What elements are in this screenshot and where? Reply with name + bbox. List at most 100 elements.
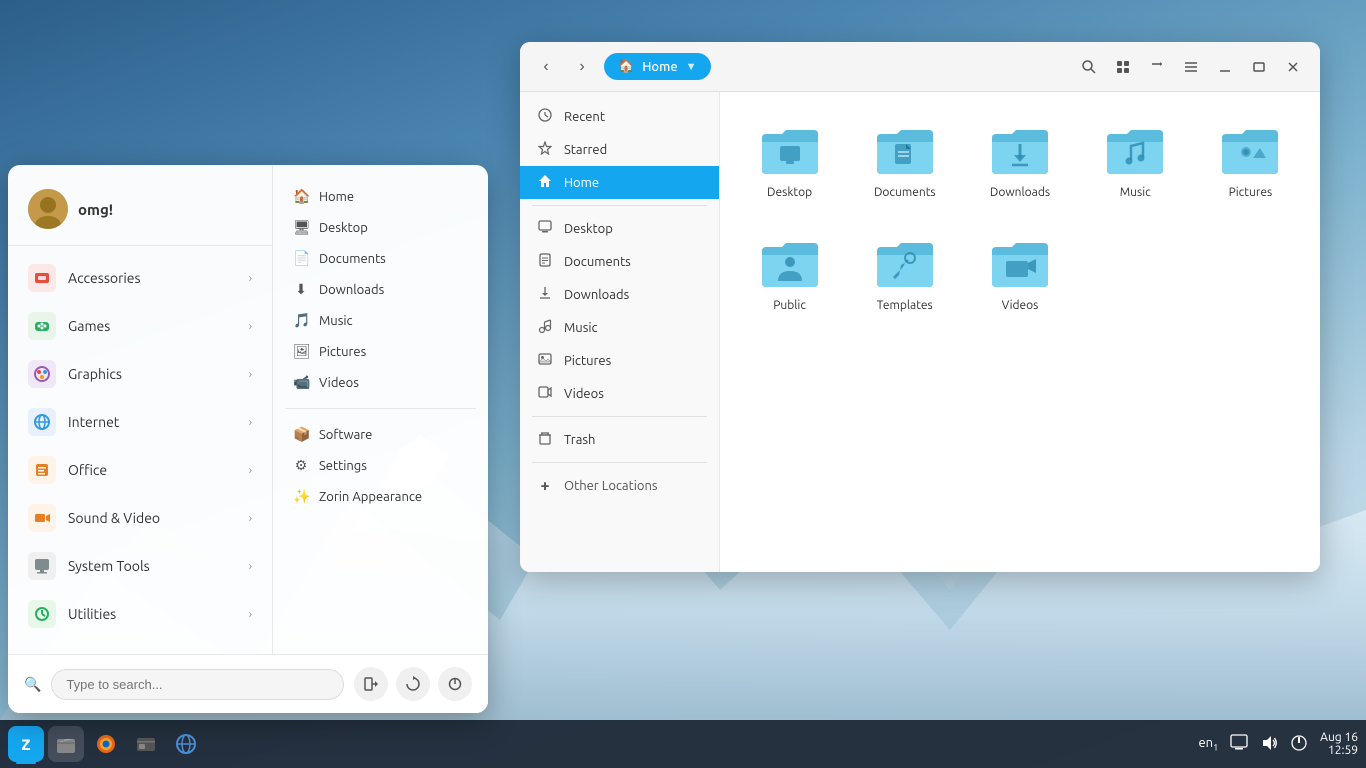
search-input[interactable] — [51, 669, 344, 700]
taskbar-left: Z — [8, 726, 204, 762]
accessories-arrow: › — [249, 272, 252, 285]
refresh-button[interactable] — [396, 667, 430, 701]
fm-sidebar-home[interactable]: Home — [520, 166, 719, 199]
fm-titlebar: ‹ › 🏠 Home ▼ — [520, 42, 1320, 92]
fm-sidebar-videos[interactable]: Videos — [520, 377, 719, 410]
sound-video-label: Sound & Video — [68, 510, 160, 526]
fm-view-toggle-button[interactable] — [1108, 52, 1138, 82]
folder-documents[interactable]: Documents — [855, 112, 954, 209]
folder-pictures[interactable]: Pictures — [1201, 112, 1300, 209]
menu-category-sound-video[interactable]: Sound & Video › — [8, 494, 272, 542]
fm-sidebar-documents[interactable]: Documents — [520, 245, 719, 278]
utilities-label: Utilities — [68, 606, 116, 622]
internet-arrow: › — [249, 416, 252, 429]
nav-software[interactable]: 📦 Software — [285, 419, 476, 450]
recent-sidebar-label: Recent — [564, 110, 605, 124]
fm-sidebar-other-locations[interactable]: + Other Locations — [520, 469, 719, 503]
system-tools-arrow: › — [249, 560, 252, 573]
fm-sidebar-desktop[interactable]: Desktop — [520, 212, 719, 245]
folder-public[interactable]: Public — [740, 225, 839, 322]
fm-sidebar-music[interactable]: Music — [520, 311, 719, 344]
menu-category-graphics[interactable]: Graphics › — [8, 350, 272, 398]
nav-home[interactable]: 🏠 Home — [285, 181, 476, 212]
music-nav-icon: 🎵 — [293, 312, 309, 329]
fm-content: Desktop Documents — [720, 92, 1320, 572]
taskbar-volume-icon[interactable] — [1260, 734, 1278, 755]
menu-category-system-tools[interactable]: System Tools › — [8, 542, 272, 590]
pictures-sidebar-icon — [536, 352, 554, 369]
logout-button[interactable] — [354, 667, 388, 701]
nav-music[interactable]: 🎵 Music — [285, 305, 476, 336]
fm-sidebar-pictures[interactable]: Pictures — [520, 344, 719, 377]
fm-location-dropdown-icon: ▼ — [686, 61, 697, 73]
taskbar-browser-button[interactable] — [168, 726, 204, 762]
avatar[interactable] — [28, 189, 68, 229]
taskbar-nautilus-button[interactable] — [128, 726, 164, 762]
home-sidebar-label: Home — [564, 176, 599, 190]
fm-location-bar[interactable]: 🏠 Home ▼ — [604, 53, 711, 80]
power-button[interactable] — [438, 667, 472, 701]
software-nav-label: Software — [319, 428, 372, 442]
system-tools-label: System Tools — [68, 558, 150, 574]
zorin-appearance-nav-icon: ✨ — [293, 488, 309, 505]
fm-sidebar-trash[interactable]: Trash — [520, 423, 719, 456]
zorin-appearance-nav-label: Zorin Appearance — [319, 490, 422, 504]
menu-category-utilities[interactable]: Utilities › — [8, 590, 272, 638]
recent-sidebar-icon — [536, 108, 554, 125]
menu-bottom-actions — [354, 667, 472, 701]
folder-downloads[interactable]: Downloads — [970, 112, 1069, 209]
nav-documents[interactable]: 📄 Documents — [285, 243, 476, 274]
folder-templates[interactable]: Templates — [855, 225, 954, 322]
menu-category-internet[interactable]: Internet › — [8, 398, 272, 446]
nav-zorin-appearance[interactable]: ✨ Zorin Appearance — [285, 481, 476, 512]
downloads-sidebar-label: Downloads — [564, 288, 629, 302]
fm-maximize-button[interactable] — [1244, 52, 1274, 82]
office-label: Office — [68, 462, 107, 478]
fm-sort-button[interactable] — [1142, 52, 1172, 82]
home-sidebar-icon — [536, 174, 554, 191]
zorin-icon: Z — [21, 736, 30, 753]
games-label: Games — [68, 318, 110, 334]
fm-search-button[interactable] — [1074, 52, 1104, 82]
folder-videos[interactable]: Videos — [970, 225, 1069, 322]
fm-close-button[interactable] — [1278, 52, 1308, 82]
internet-icon — [28, 408, 56, 436]
downloads-sidebar-icon — [536, 286, 554, 303]
taskbar-screen-icon[interactable] — [1230, 734, 1248, 755]
taskbar-date: Aug 16 — [1320, 731, 1358, 744]
menu-category-accessories[interactable]: Accessories › — [8, 254, 272, 302]
pictures-sidebar-label: Pictures — [564, 354, 611, 368]
taskbar-power-icon[interactable] — [1290, 734, 1308, 755]
taskbar-firefox-button[interactable] — [88, 726, 124, 762]
nav-settings[interactable]: ⚙ Settings — [285, 450, 476, 481]
fm-sidebar: Recent Starred Home Desktop — [520, 92, 720, 572]
videos-nav-label: Videos — [319, 376, 359, 390]
taskbar-zorin-button[interactable]: Z — [8, 726, 44, 762]
documents-nav-icon: 📄 — [293, 250, 309, 267]
folder-desktop[interactable]: Desktop — [740, 112, 839, 209]
taskbar-files-button[interactable] — [48, 726, 84, 762]
nav-desktop[interactable]: 🖥 Desktop — [285, 212, 476, 243]
fm-back-button[interactable]: ‹ — [532, 53, 560, 81]
fm-location-label: Home — [642, 60, 677, 74]
home-nav-icon: 🏠 — [293, 188, 309, 205]
menu-category-office[interactable]: Office › — [8, 446, 272, 494]
folder-pictures-label: Pictures — [1229, 186, 1273, 199]
menu-category-games[interactable]: Games › — [8, 302, 272, 350]
folder-music[interactable]: Music — [1086, 112, 1185, 209]
utilities-arrow: › — [249, 608, 252, 621]
nav-pictures[interactable]: 🖼 Pictures — [285, 336, 476, 367]
fm-menu-button[interactable] — [1176, 52, 1206, 82]
fm-minimize-button[interactable] — [1210, 52, 1240, 82]
taskbar-datetime[interactable]: Aug 16 12:59 — [1320, 731, 1358, 757]
fm-sidebar-recent[interactable]: Recent — [520, 100, 719, 133]
fm-folder-grid: Desktop Documents — [740, 112, 1300, 322]
fm-sidebar-starred[interactable]: Starred — [520, 133, 719, 166]
fm-sidebar-downloads[interactable]: Downloads — [520, 278, 719, 311]
accessories-icon — [28, 264, 56, 292]
fm-forward-button[interactable]: › — [568, 53, 596, 81]
folder-desktop-label: Desktop — [767, 186, 812, 199]
nav-videos[interactable]: 📹 Videos — [285, 367, 476, 398]
sound-video-arrow: › — [249, 512, 252, 525]
nav-downloads[interactable]: ⬇ Downloads — [285, 274, 476, 305]
